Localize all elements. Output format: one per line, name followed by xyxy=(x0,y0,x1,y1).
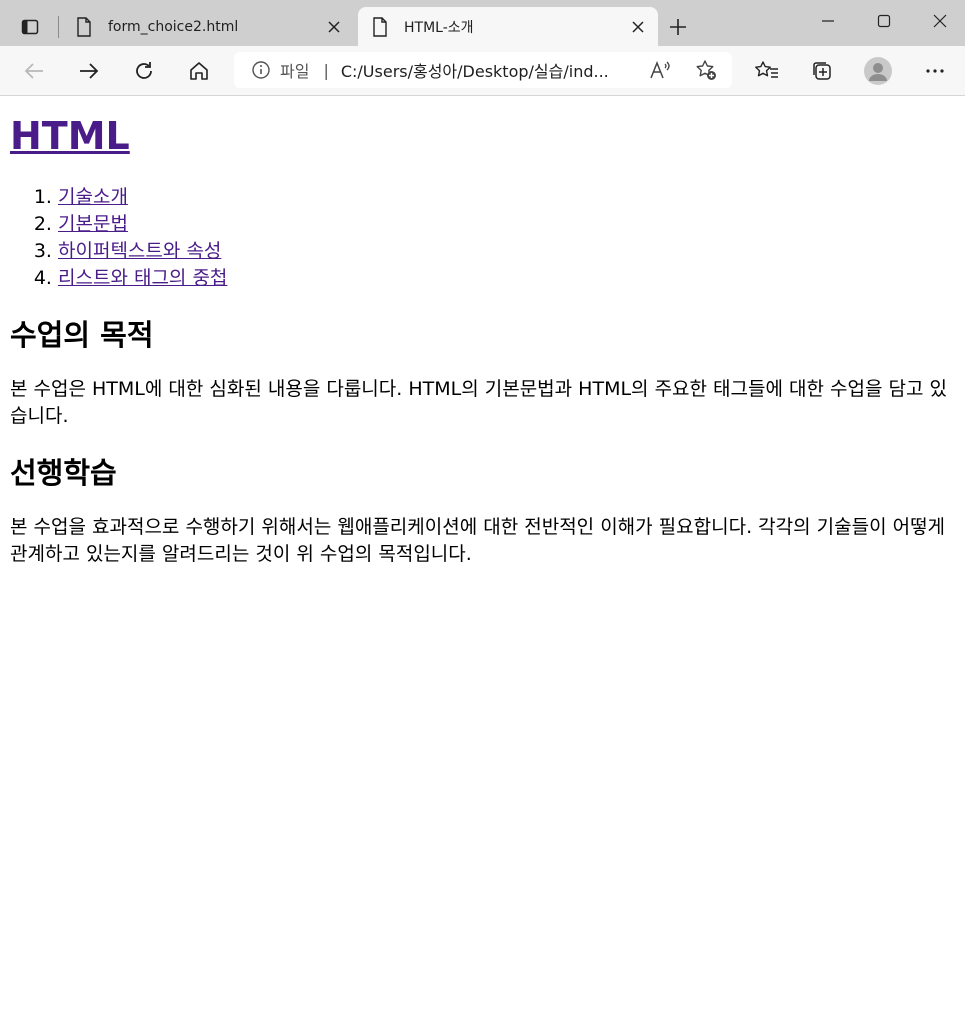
home-button[interactable] xyxy=(182,54,216,88)
address-separator: | xyxy=(323,60,329,80)
list-item: 리스트와 태그의 중첩 xyxy=(58,265,955,292)
close-icon xyxy=(933,14,947,28)
browser-toolbar: 파일 | C:/Users/홍성아/Desktop/실습/ind... xyxy=(0,46,965,96)
read-aloud-icon[interactable] xyxy=(648,58,672,82)
url-text[interactable]: C:/Users/홍성아/Desktop/실습/ind... xyxy=(341,58,633,82)
tab-strip: form_choice2.html HTML-소개 xyxy=(0,0,965,46)
home-icon xyxy=(190,62,208,80)
back-arrow-icon xyxy=(24,63,43,79)
list-item: 하이퍼텍스트와 속성 xyxy=(58,238,955,265)
heading-link[interactable]: HTML xyxy=(10,114,130,158)
site-info-icon[interactable] xyxy=(250,59,272,81)
tab-actions-button[interactable] xyxy=(12,11,48,43)
toc-link[interactable]: 리스트와 태그의 중첩 xyxy=(58,267,227,289)
toc-link[interactable]: 기술소개 xyxy=(58,186,128,208)
tab-title: form_choice2.html xyxy=(108,18,239,35)
ellipsis-icon xyxy=(926,69,944,73)
add-favorite-icon[interactable] xyxy=(694,58,718,82)
document-icon xyxy=(74,16,94,37)
close-tab-icon[interactable] xyxy=(624,13,652,41)
page-heading: HTML xyxy=(10,110,955,162)
plus-icon xyxy=(670,19,686,35)
new-tab-button[interactable] xyxy=(662,13,694,41)
favorites-icon xyxy=(755,61,778,78)
list-item: 기술소개 xyxy=(58,184,955,211)
toc-link[interactable]: 하이퍼텍스트와 속성 xyxy=(58,240,221,262)
document-icon xyxy=(370,16,390,37)
section-title-purpose: 수업의 목적 xyxy=(10,318,154,352)
collections-icon xyxy=(813,62,831,80)
avatar-icon xyxy=(864,57,892,85)
collections-button[interactable] xyxy=(805,54,839,88)
maximize-icon xyxy=(877,14,891,28)
back-button[interactable] xyxy=(17,54,51,88)
refresh-button[interactable] xyxy=(127,54,161,88)
address-bar[interactable]: 파일 | C:/Users/홍성아/Desktop/실습/ind... xyxy=(234,52,732,88)
forward-arrow-icon xyxy=(80,63,99,79)
close-tab-icon[interactable] xyxy=(320,13,348,41)
maximize-button[interactable] xyxy=(856,0,912,42)
forward-button[interactable] xyxy=(72,54,106,88)
profile-button[interactable] xyxy=(861,54,895,88)
section-body-prerequisite: 본 수업을 효과적으로 수행하기 위해서는 웹애플리케이션에 대한 전반적인 이… xyxy=(10,516,946,565)
minimize-icon xyxy=(822,20,834,22)
list-item: 기본문법 xyxy=(58,211,955,238)
section-title-prerequisite: 선행학습 xyxy=(10,456,117,490)
section-body-purpose: 본 수업은 HTML에 대한 심화된 내용을 다룹니다. HTML의 기본문법과… xyxy=(10,378,947,427)
tab-form-choice2[interactable]: form_choice2.html xyxy=(62,7,354,46)
refresh-icon xyxy=(136,62,152,79)
close-window-button[interactable] xyxy=(912,0,965,42)
page-content: HTML 기술소개 기본문법 하이퍼텍스트와 속성 리스트와 태그의 중첩 수업… xyxy=(10,96,955,568)
minimize-button[interactable] xyxy=(800,0,856,42)
more-options-button[interactable] xyxy=(918,54,952,88)
tab-html-intro[interactable]: HTML-소개 xyxy=(358,7,658,46)
toc-link[interactable]: 기본문법 xyxy=(58,213,128,235)
tab-actions-icon xyxy=(21,19,39,35)
toc-list: 기술소개 기본문법 하이퍼텍스트와 속성 리스트와 태그의 중첩 xyxy=(10,184,955,292)
scheme-label: 파일 xyxy=(280,62,310,81)
tab-divider xyxy=(58,16,59,38)
favorites-button[interactable] xyxy=(750,54,784,88)
tab-title: HTML-소개 xyxy=(404,19,474,36)
